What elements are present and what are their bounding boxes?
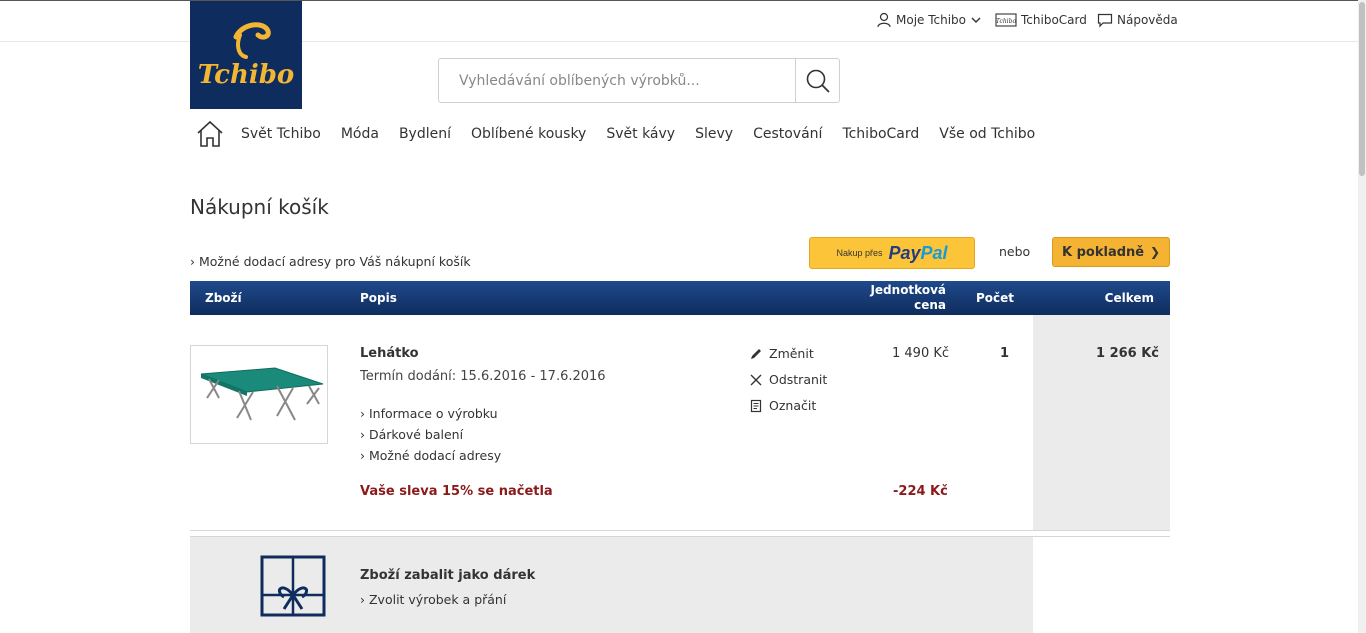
gift-box-icon <box>260 555 326 621</box>
paypal-prefix: Nakup přes <box>836 248 883 258</box>
delivery-addresses-link[interactable]: › Možné dodací adresy pro Váš nákupní ko… <box>190 254 471 269</box>
gift-wrap-choose-link[interactable]: › Zvolit výrobek a přání <box>360 592 506 607</box>
gift-wrap-link[interactable]: › Dárkové balení <box>360 427 463 442</box>
column-header-unit-price: Jednotková cena <box>870 281 946 315</box>
nav-item-moda[interactable]: Móda <box>341 126 379 142</box>
nav-item-svet-tchibo[interactable]: Svět Tchibo <box>241 126 321 142</box>
search-icon <box>806 69 830 93</box>
mark-item-button[interactable]: Označit <box>749 398 816 413</box>
chevron-right-icon: › <box>360 592 365 607</box>
item-quantity: 1 <box>1000 346 1010 361</box>
mark-item-label: Označit <box>769 398 817 413</box>
nav-item-svet-kavy[interactable]: Svět kávy <box>606 126 675 142</box>
chevron-right-icon: › <box>360 427 365 442</box>
svg-text:Tchibo: Tchibo <box>198 60 295 90</box>
discount-value: -224 Kč <box>893 484 948 499</box>
column-header-total: Celkem <box>1104 291 1154 305</box>
nav-item-oblibene-kousky[interactable]: Oblíbené kousky <box>471 126 586 142</box>
search-button[interactable] <box>795 59 839 102</box>
nav-item-vse-od-tchibo[interactable]: Vše od Tchibo <box>939 126 1035 142</box>
notepad-icon <box>750 399 762 412</box>
checkout-button[interactable]: K pokladně ❯ <box>1052 237 1170 267</box>
tchibocard-label: TchiboCard <box>1021 13 1087 27</box>
chevron-right-icon: ❯ <box>1149 245 1160 259</box>
cart-table-header: Zboží Popis Jednotková cena Počet Celkem <box>190 281 1170 315</box>
paypal-checkout-button[interactable]: Nakup přes PayPal <box>809 237 975 269</box>
tchibo-logo[interactable]: Tchibo <box>190 1 302 109</box>
help-label: Nápověda <box>1117 13 1178 27</box>
tchibocard-link[interactable]: Tchibo TchiboCard <box>995 12 1087 28</box>
product-delivery-addresses-link[interactable]: › Možné dodací adresy <box>360 448 501 463</box>
item-total: 1 266 Kč <box>1096 346 1160 361</box>
home-icon[interactable] <box>195 119 225 149</box>
svg-text:Tchibo: Tchibo <box>996 18 1017 25</box>
scrollbar[interactable] <box>1358 0 1366 633</box>
user-icon <box>877 12 891 28</box>
product-delivery-addresses-label: Možné dodací adresy <box>368 448 502 463</box>
chevron-right-icon: › <box>360 448 365 463</box>
remove-item-button[interactable]: Odstranit <box>749 372 827 387</box>
my-account-link[interactable]: Moje Tchibo <box>876 12 982 28</box>
chevron-right-icon: › <box>190 254 195 269</box>
my-account-label: Moje Tchibo <box>896 13 967 27</box>
delivery-addresses-label: Možné dodací adresy pro Váš nákupní koší… <box>198 254 471 269</box>
product-name[interactable]: Lehátko <box>360 346 419 361</box>
nav-item-slevy[interactable]: Slevy <box>695 126 733 142</box>
column-header-unit-price-line1: Jednotková <box>870 283 946 297</box>
search-bar <box>438 58 840 103</box>
chat-bubble-icon <box>1097 13 1113 28</box>
discount-message: Vaše sleva 15% se načetla <box>360 484 553 499</box>
paypal-logo: PayPal <box>888 243 947 264</box>
help-link[interactable]: Nápověda <box>1097 12 1178 28</box>
column-header-item: Zboží <box>205 291 242 305</box>
unit-price: 1 490 Kč <box>892 346 950 361</box>
pencil-icon <box>751 348 761 359</box>
product-info-label: Informace o výrobku <box>368 406 498 421</box>
product-delivery-date: Termín dodání: 15.6.2016 - 17.6.2016 <box>360 369 606 384</box>
row-divider <box>190 530 1170 531</box>
paypal-logo-pay: Pay <box>888 242 921 263</box>
paypal-logo-pal: Pal <box>920 242 948 263</box>
tchibo-logo-mark: Tchibo <box>198 22 295 90</box>
checkout-label: K pokladně <box>1062 244 1145 260</box>
gift-wrap-label: Dárkové balení <box>368 427 464 442</box>
edit-item-button[interactable]: Změnit <box>749 346 814 361</box>
product-image[interactable] <box>190 345 328 444</box>
close-icon <box>750 374 762 385</box>
product-info-link[interactable]: › Informace o výrobku <box>360 406 498 421</box>
scrollbar-thumb[interactable] <box>1359 2 1365 176</box>
nav-item-bydleni[interactable]: Bydlení <box>399 126 451 142</box>
main-navigation: Svět Tchibo Móda Bydlení Oblíbené kousky… <box>195 118 1035 150</box>
chevron-down-icon <box>971 17 981 23</box>
remove-item-label: Odstranit <box>769 372 828 387</box>
edit-item-label: Změnit <box>769 346 814 361</box>
search-input[interactable] <box>439 59 795 102</box>
gift-wrap-title: Zboží zabalit jako dárek <box>360 568 536 583</box>
column-header-description: Popis <box>360 291 397 305</box>
card-icon: Tchibo <box>995 13 1017 27</box>
column-header-unit-price-line2: cena <box>914 298 946 312</box>
chevron-right-icon: › <box>360 406 365 421</box>
camping-cot-image <box>200 367 324 421</box>
gift-wrap-choose-label: Zvolit výrobek a přání <box>368 592 507 607</box>
nav-item-tchibocard[interactable]: TchiboCard <box>842 126 919 142</box>
page-title: Nákupní košík <box>190 195 329 219</box>
or-separator: nebo <box>999 244 1031 259</box>
nav-item-cestovani[interactable]: Cestování <box>753 126 822 142</box>
